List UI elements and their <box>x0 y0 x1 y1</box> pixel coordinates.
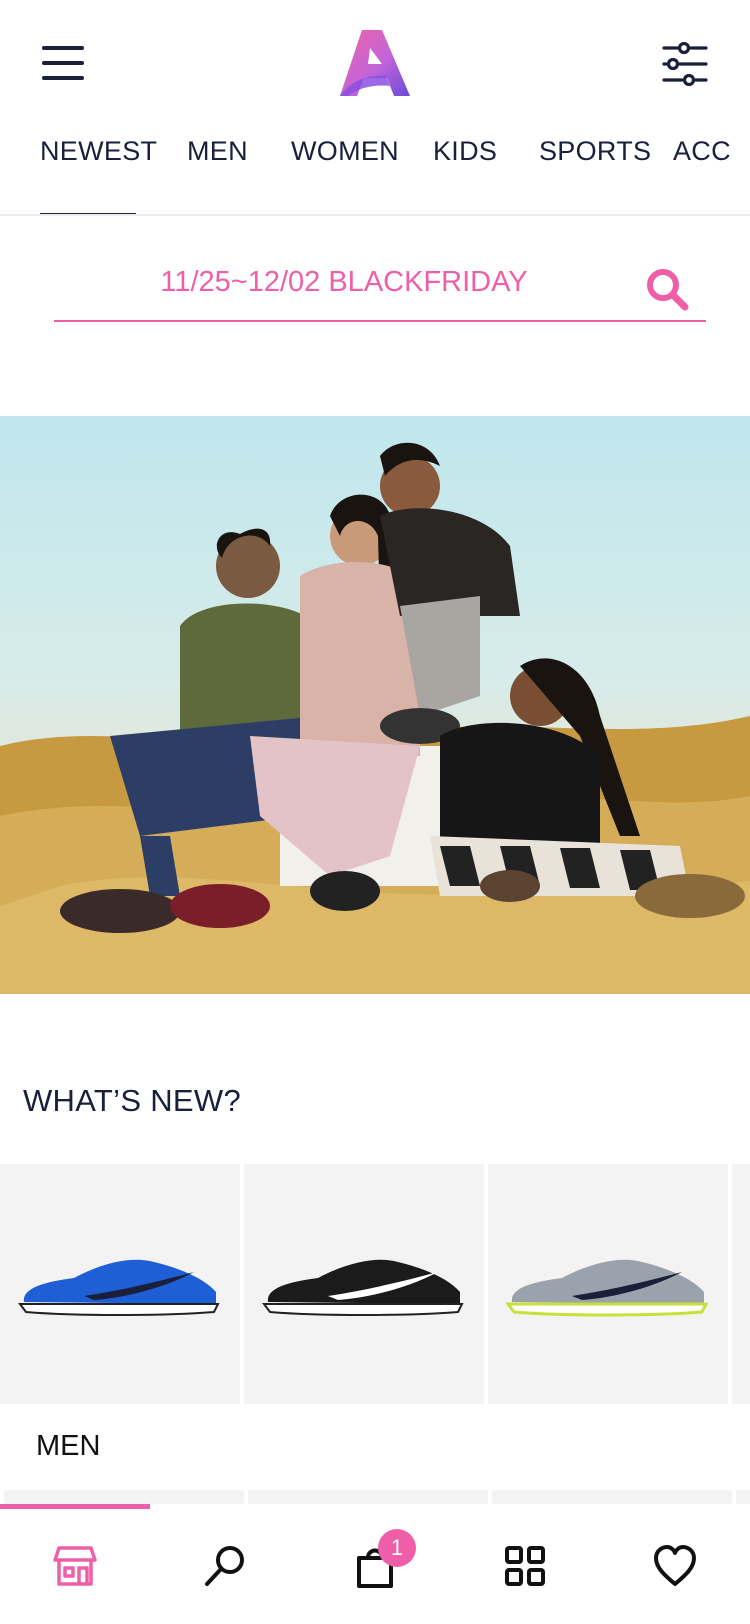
nav-bag[interactable] <box>300 1524 450 1614</box>
cart-count-badge: 1 <box>378 1529 416 1567</box>
heart-icon <box>654 1545 696 1586</box>
whats-new-title: WHAT’S NEW? <box>23 1083 241 1118</box>
tab-kids[interactable]: KIDS <box>433 136 497 167</box>
search-bar <box>54 252 706 322</box>
men-carousel[interactable] <box>0 1490 750 1504</box>
search-icon[interactable] <box>644 266 690 312</box>
product-card[interactable] <box>0 1164 240 1404</box>
nav-search[interactable] <box>150 1524 300 1614</box>
whats-new-carousel[interactable] <box>0 1164 750 1404</box>
hamburger-menu-icon[interactable] <box>42 44 84 84</box>
active-tab-indicator <box>40 213 136 214</box>
nav-categories[interactable] <box>450 1524 600 1614</box>
product-image-blue-shoe <box>18 1259 220 1316</box>
product-card[interactable] <box>732 1164 750 1404</box>
nav-store[interactable] <box>0 1524 150 1614</box>
store-icon <box>53 1546 97 1586</box>
tab-acc[interactable]: ACC <box>673 136 731 167</box>
men-section-title: MEN <box>36 1430 101 1462</box>
search-input[interactable] <box>54 260 634 304</box>
active-nav-indicator <box>0 1504 150 1509</box>
tab-women[interactable]: WOMEN <box>291 136 399 167</box>
product-card[interactable] <box>244 1164 484 1404</box>
hero-image <box>0 442 750 994</box>
grid-icon <box>505 1546 545 1586</box>
tab-men[interactable]: MEN <box>187 136 248 167</box>
sliders-icon[interactable] <box>662 42 708 86</box>
category-tabs: NEWEST MEN WOMEN KIDS SPORTS ACC <box>0 120 750 216</box>
hero-banner[interactable] <box>0 416 750 994</box>
nav-wishlist[interactable] <box>600 1524 750 1614</box>
product-card[interactable] <box>488 1164 728 1404</box>
search-icon <box>205 1546 244 1586</box>
app-logo[interactable] <box>340 30 412 96</box>
product-image-grey-shoe <box>505 1259 708 1317</box>
bottom-navigation <box>0 1504 750 1624</box>
app-header <box>0 0 750 120</box>
product-image-black-shoe <box>262 1259 464 1316</box>
tab-newest[interactable]: NEWEST <box>40 136 157 167</box>
tab-sports[interactable]: SPORTS <box>539 136 651 167</box>
